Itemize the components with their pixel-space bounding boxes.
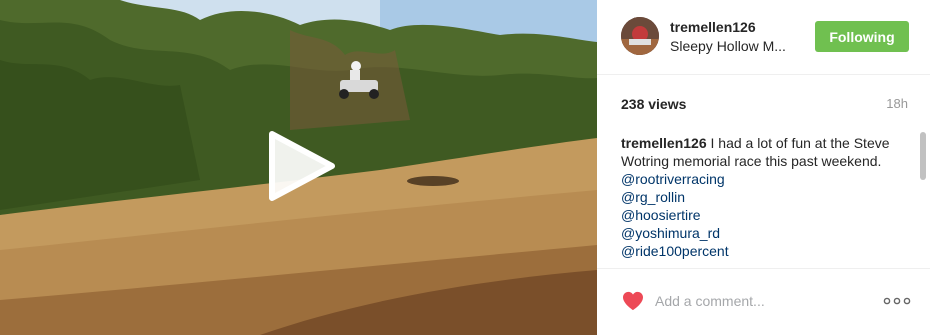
header-username[interactable]: tremellen126 <box>670 19 756 35</box>
video-player[interactable] <box>0 0 597 335</box>
caption-scrollbar[interactable] <box>916 128 926 268</box>
location-link[interactable]: Sleepy Hollow M... <box>670 38 800 54</box>
post-stats: 238 views 18h <box>597 74 930 128</box>
avatar[interactable] <box>621 17 659 55</box>
heart-icon[interactable] <box>622 291 644 311</box>
mention-link[interactable]: @rg_rollin <box>621 188 907 206</box>
view-count[interactable]: 238 views <box>621 96 686 112</box>
comment-input[interactable] <box>655 289 855 313</box>
mention-link[interactable]: @yoshimura_rd <box>621 224 907 242</box>
scrollbar-thumb[interactable] <box>920 132 926 180</box>
comment-bar <box>597 268 930 336</box>
caption-username[interactable]: tremellen126 <box>621 135 707 151</box>
timestamp[interactable]: 18h <box>886 96 908 111</box>
following-button[interactable]: Following <box>815 21 909 52</box>
more-options-icon[interactable] <box>883 293 911 309</box>
caption-scroll-area[interactable]: tremellen126 I had a lot of fun at the S… <box>621 132 907 268</box>
caption: tremellen126 I had a lot of fun at the S… <box>621 132 907 170</box>
mention-link[interactable]: @ride100percent <box>621 242 907 260</box>
mention-link[interactable]: @rootriverracing <box>621 170 907 188</box>
play-icon[interactable] <box>262 128 338 204</box>
mention-link[interactable]: @hoosiertire <box>621 206 907 224</box>
post-side-panel: tremellen126 Sleepy Hollow M... Followin… <box>597 0 930 335</box>
post-header: tremellen126 Sleepy Hollow M... Followin… <box>597 0 930 75</box>
